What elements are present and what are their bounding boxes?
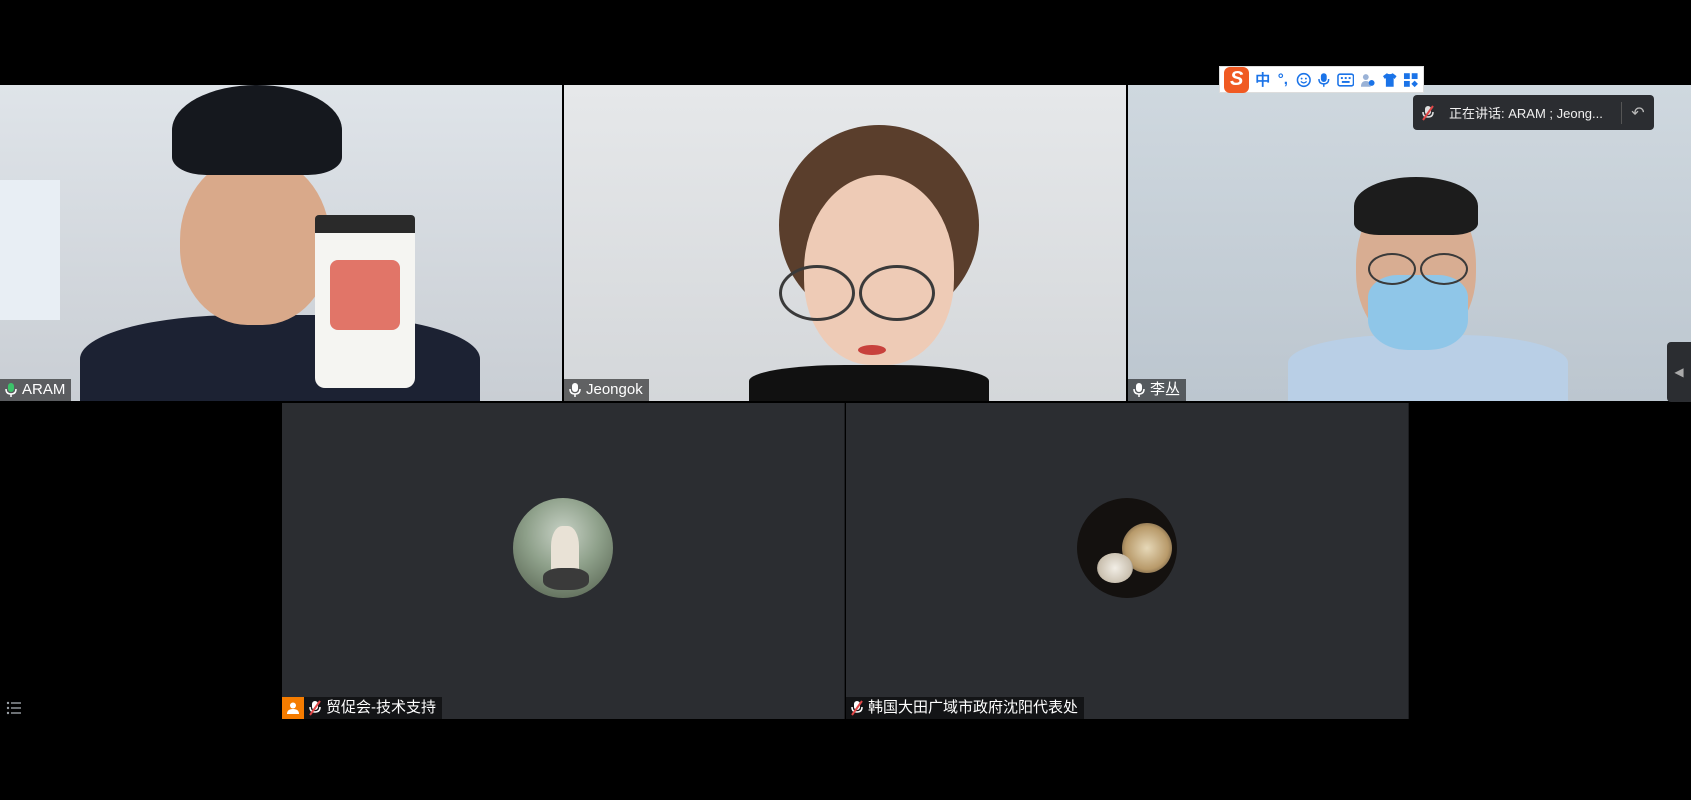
- glasses: [779, 265, 855, 321]
- avatar-tile-daejeon-office[interactable]: 韩国大田广域市政府沈阳代表处: [846, 403, 1409, 719]
- name-tag: 韩国大田广域市政府沈阳代表处: [846, 697, 1085, 719]
- avatar: [1077, 498, 1177, 598]
- ime-toolbar[interactable]: S 中 °,: [1219, 66, 1424, 93]
- ime-punctuation-toggle[interactable]: °,: [1276, 71, 1290, 88]
- avatar-flowers: [1097, 553, 1133, 583]
- name-tag: 贸促会-技术支持: [282, 697, 442, 719]
- mic-icon: [569, 383, 581, 397]
- grid-icon[interactable]: [1403, 72, 1419, 88]
- video-tile-aram[interactable]: ARAM: [0, 85, 562, 401]
- person-head: [180, 155, 330, 325]
- participant-name: 李丛: [1150, 381, 1181, 398]
- mic-active-icon: [5, 383, 17, 397]
- chevron-left-icon: ◀: [1674, 365, 1684, 379]
- person-hair: [1354, 177, 1478, 235]
- speaker-mic-icon: [1413, 104, 1443, 121]
- name-tag: Jeongok: [564, 379, 649, 401]
- name-tag: 李丛: [1128, 379, 1187, 401]
- video-tile-jeongok[interactable]: Jeongok: [564, 85, 1126, 401]
- cup-graphic: [330, 260, 400, 330]
- name-tag: ARAM: [0, 379, 72, 401]
- avatar: [513, 498, 613, 598]
- sogou-logo-icon[interactable]: S: [1224, 66, 1250, 93]
- keyboard-icon[interactable]: [1337, 72, 1355, 87]
- participant-name: Jeongok: [586, 381, 643, 398]
- participant-name: ARAM: [22, 381, 66, 398]
- participant-list-button[interactable]: [4, 697, 24, 719]
- glasses: [1368, 253, 1416, 285]
- video-tile-licong[interactable]: 李丛: [1128, 85, 1691, 401]
- emoji-icon[interactable]: [1296, 72, 1312, 88]
- speaking-indicator[interactable]: 正在讲话: ARAM ; Jeong... ↶: [1413, 95, 1654, 130]
- participant-name: 贸促会-技术支持: [326, 699, 436, 716]
- avatar-scooter: [543, 568, 589, 590]
- face-mask: [1368, 275, 1468, 350]
- mic-muted-icon: [851, 700, 863, 716]
- mic-muted-icon: [309, 700, 321, 716]
- ime-mode-toggle[interactable]: 中: [1255, 69, 1270, 90]
- collapse-arrow-icon[interactable]: ↶: [1622, 103, 1654, 123]
- person-body: [80, 315, 480, 401]
- person-body: [749, 365, 989, 401]
- lips: [858, 345, 886, 355]
- person-hair: [172, 85, 342, 175]
- avatar-tile-tech-support[interactable]: 贸促会-技术支持: [282, 403, 845, 719]
- glasses: [859, 265, 935, 321]
- host-icon: [282, 697, 304, 719]
- window: [0, 180, 60, 320]
- list-icon: [6, 701, 21, 715]
- user-icon[interactable]: [1360, 72, 1376, 88]
- participant-name: 韩国大田广域市政府沈阳代表处: [868, 699, 1079, 716]
- glasses: [1420, 253, 1468, 285]
- expand-panel-handle[interactable]: ◀: [1667, 342, 1691, 402]
- speaking-text: 正在讲话: ARAM ; Jeong...: [1449, 106, 1603, 121]
- mic-icon: [1133, 383, 1145, 397]
- mic-icon[interactable]: [1317, 72, 1331, 88]
- shirt-icon[interactable]: [1382, 72, 1398, 88]
